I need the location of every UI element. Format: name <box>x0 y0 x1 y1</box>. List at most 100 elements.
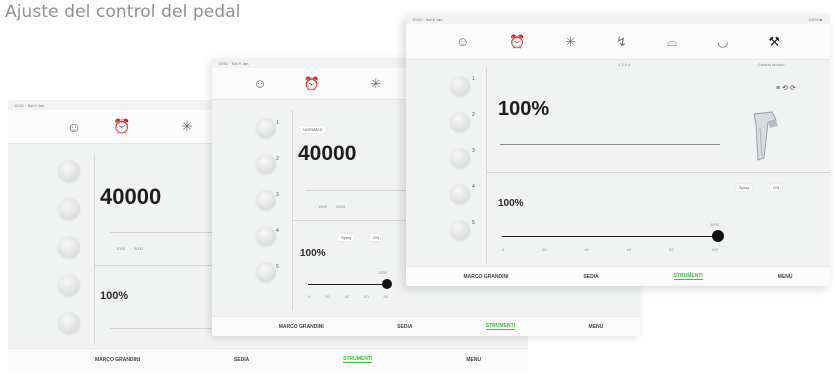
bottom-nav: MARCO GRANDINI SEDIA STRUMENTI MENU <box>8 348 528 370</box>
slider-tick: 0 <box>502 247 505 252</box>
slider-ticks: 0 20 40 60 80 100 <box>502 247 718 252</box>
power-slider-track[interactable] <box>110 328 220 329</box>
section-divider <box>292 220 412 221</box>
bottom-nav: MARCO GRANDINI SEDIA STRUMENTI MENU <box>212 316 640 336</box>
sidebar-divider <box>292 110 293 310</box>
slot-4[interactable] <box>450 184 470 204</box>
slider-tick: 60 <box>364 294 369 299</box>
slider-tick: 20 <box>542 247 547 252</box>
spray-pill[interactable]: Spray <box>338 234 355 241</box>
slot-2[interactable] <box>450 112 470 132</box>
speed-tick-1: 1000 <box>318 204 327 209</box>
slider-tick: 40 <box>584 247 589 252</box>
nav-chair[interactable]: SEDIA <box>234 357 249 363</box>
front-top-label: 1 2 3 4 <box>618 62 631 67</box>
slot-number-1: 1 <box>472 76 475 82</box>
slot-1[interactable] <box>58 160 80 182</box>
slider-tick: 80 <box>668 247 674 252</box>
speed-tick-1: 1000 <box>116 246 125 251</box>
slot-number-2: 2 <box>472 112 475 118</box>
alarm-icon[interactable]: ⏰ <box>509 34 525 50</box>
power-percent: 100% <box>498 198 524 209</box>
spray-pill[interactable]: Spray <box>736 184 753 191</box>
instrument-icon[interactable]: ↯ <box>616 34 627 50</box>
slot-number-3: 3 <box>276 192 279 198</box>
light-icon[interactable]: ✳ <box>565 34 576 50</box>
tooth-icon[interactable]: ☺ <box>240 76 280 91</box>
slot-number-3: 3 <box>472 148 475 154</box>
nav-tools[interactable]: STRUMENTI <box>673 273 703 280</box>
spray-value-pill[interactable]: ON <box>770 184 782 191</box>
slider-tick: 20 <box>325 294 330 299</box>
remote-control-label[interactable]: Control remoto <box>758 62 784 67</box>
slot-3[interactable] <box>450 148 470 168</box>
slider-tick: 100 <box>711 247 718 252</box>
power-percent: 100% <box>100 290 129 302</box>
slot-4[interactable] <box>256 226 276 246</box>
slider-tick: 80 <box>383 294 388 299</box>
slot-2[interactable] <box>256 154 276 174</box>
status-battery: 100% ■ <box>808 17 822 22</box>
bowl-icon[interactable]: ◡ <box>717 34 728 50</box>
sidebar-divider <box>486 68 487 264</box>
slot-3[interactable] <box>58 236 80 258</box>
speed-tick-2: 3000 <box>134 246 143 251</box>
nav-patient[interactable]: MARCO GRANDINI <box>463 274 508 280</box>
nav-tools[interactable]: STRUMENTI <box>485 323 516 330</box>
slider-value-label: 1000 <box>710 222 719 227</box>
nav-menu[interactable]: MENU <box>589 324 604 330</box>
slot-1[interactable] <box>450 76 470 96</box>
slot-2[interactable] <box>58 198 80 220</box>
status-time: 10:51 · Sat 9 Jan <box>14 103 45 108</box>
screen-front: 10:51 · Sat 9 Jan 100% ■ ☺ ⏰ ✳ ↯ ⌓ ◡ ⚒ 1… <box>406 14 830 286</box>
slider-tick: 40 <box>344 294 350 299</box>
slot-number-5: 5 <box>472 220 475 226</box>
section-divider <box>486 172 830 173</box>
slot-3[interactable] <box>256 190 276 210</box>
nav-tools[interactable]: STRUMENTI <box>343 356 373 363</box>
power-slider-track[interactable] <box>502 236 718 237</box>
speed-tick-2: 3000 <box>336 204 345 209</box>
nav-patient[interactable]: MARCO GRANDINI <box>279 324 324 330</box>
power-slider-knob[interactable] <box>712 230 724 242</box>
speed-slider-track[interactable] <box>110 232 220 233</box>
speed-mode-pill[interactable]: NORMALE <box>300 126 326 133</box>
settings-icon[interactable]: ⚒ <box>768 34 780 50</box>
tooth-icon[interactable]: ☺ <box>456 34 469 49</box>
nav-menu[interactable]: MENU <box>466 357 481 363</box>
status-bar: 10:51 · Sat 9 Jan 100% ■ <box>406 14 830 24</box>
slot-5[interactable] <box>256 262 276 282</box>
handpiece-icon <box>753 111 778 161</box>
nav-chair[interactable]: SEDIA <box>397 324 412 330</box>
slider-value-label: 1000 <box>378 270 387 275</box>
spray-value-pill[interactable]: ON <box>370 234 382 241</box>
light-icon[interactable]: ✳ <box>344 76 408 92</box>
power-percent: 100% <box>300 248 326 259</box>
status-time: 10:51 · Sat 9 Jan <box>218 61 249 66</box>
slot-number-4: 4 <box>472 184 475 190</box>
nav-menu[interactable]: MENU <box>778 274 793 280</box>
power-slider-track[interactable] <box>308 284 388 285</box>
slot-5[interactable] <box>58 312 80 334</box>
bottom-nav: MARCO GRANDINI SEDIA STRUMENTI MENU <box>406 266 830 286</box>
slot-number-5: 5 <box>276 264 279 270</box>
slot-4[interactable] <box>58 274 80 296</box>
alarm-icon[interactable]: ⏰ <box>92 118 152 135</box>
speed-slider-track[interactable] <box>306 190 406 191</box>
main-slider-track[interactable] <box>500 144 720 145</box>
slot-5[interactable] <box>450 220 470 240</box>
page-caption: Ajuste del control del pedal <box>5 2 241 22</box>
nav-patient[interactable]: MARCO GRANDINI <box>95 357 140 363</box>
main-percent: 100% <box>498 98 550 120</box>
power-slider-knob[interactable] <box>382 279 392 289</box>
speed-value: 40000 <box>100 184 162 209</box>
slider-tick: 0 <box>308 294 311 299</box>
cup-icon[interactable]: ⌓ <box>667 34 677 50</box>
status-time: 10:51 · Sat 9 Jan <box>412 17 443 22</box>
front-icons[interactable]: ≡ ⟲ ⟳ <box>776 84 796 92</box>
tooth-icon[interactable]: ☺ <box>56 119 92 135</box>
slot-1[interactable] <box>256 118 276 138</box>
nav-chair[interactable]: SEDIA <box>583 274 598 280</box>
sidebar-divider <box>94 155 95 345</box>
alarm-icon[interactable]: ⏰ <box>280 76 344 92</box>
